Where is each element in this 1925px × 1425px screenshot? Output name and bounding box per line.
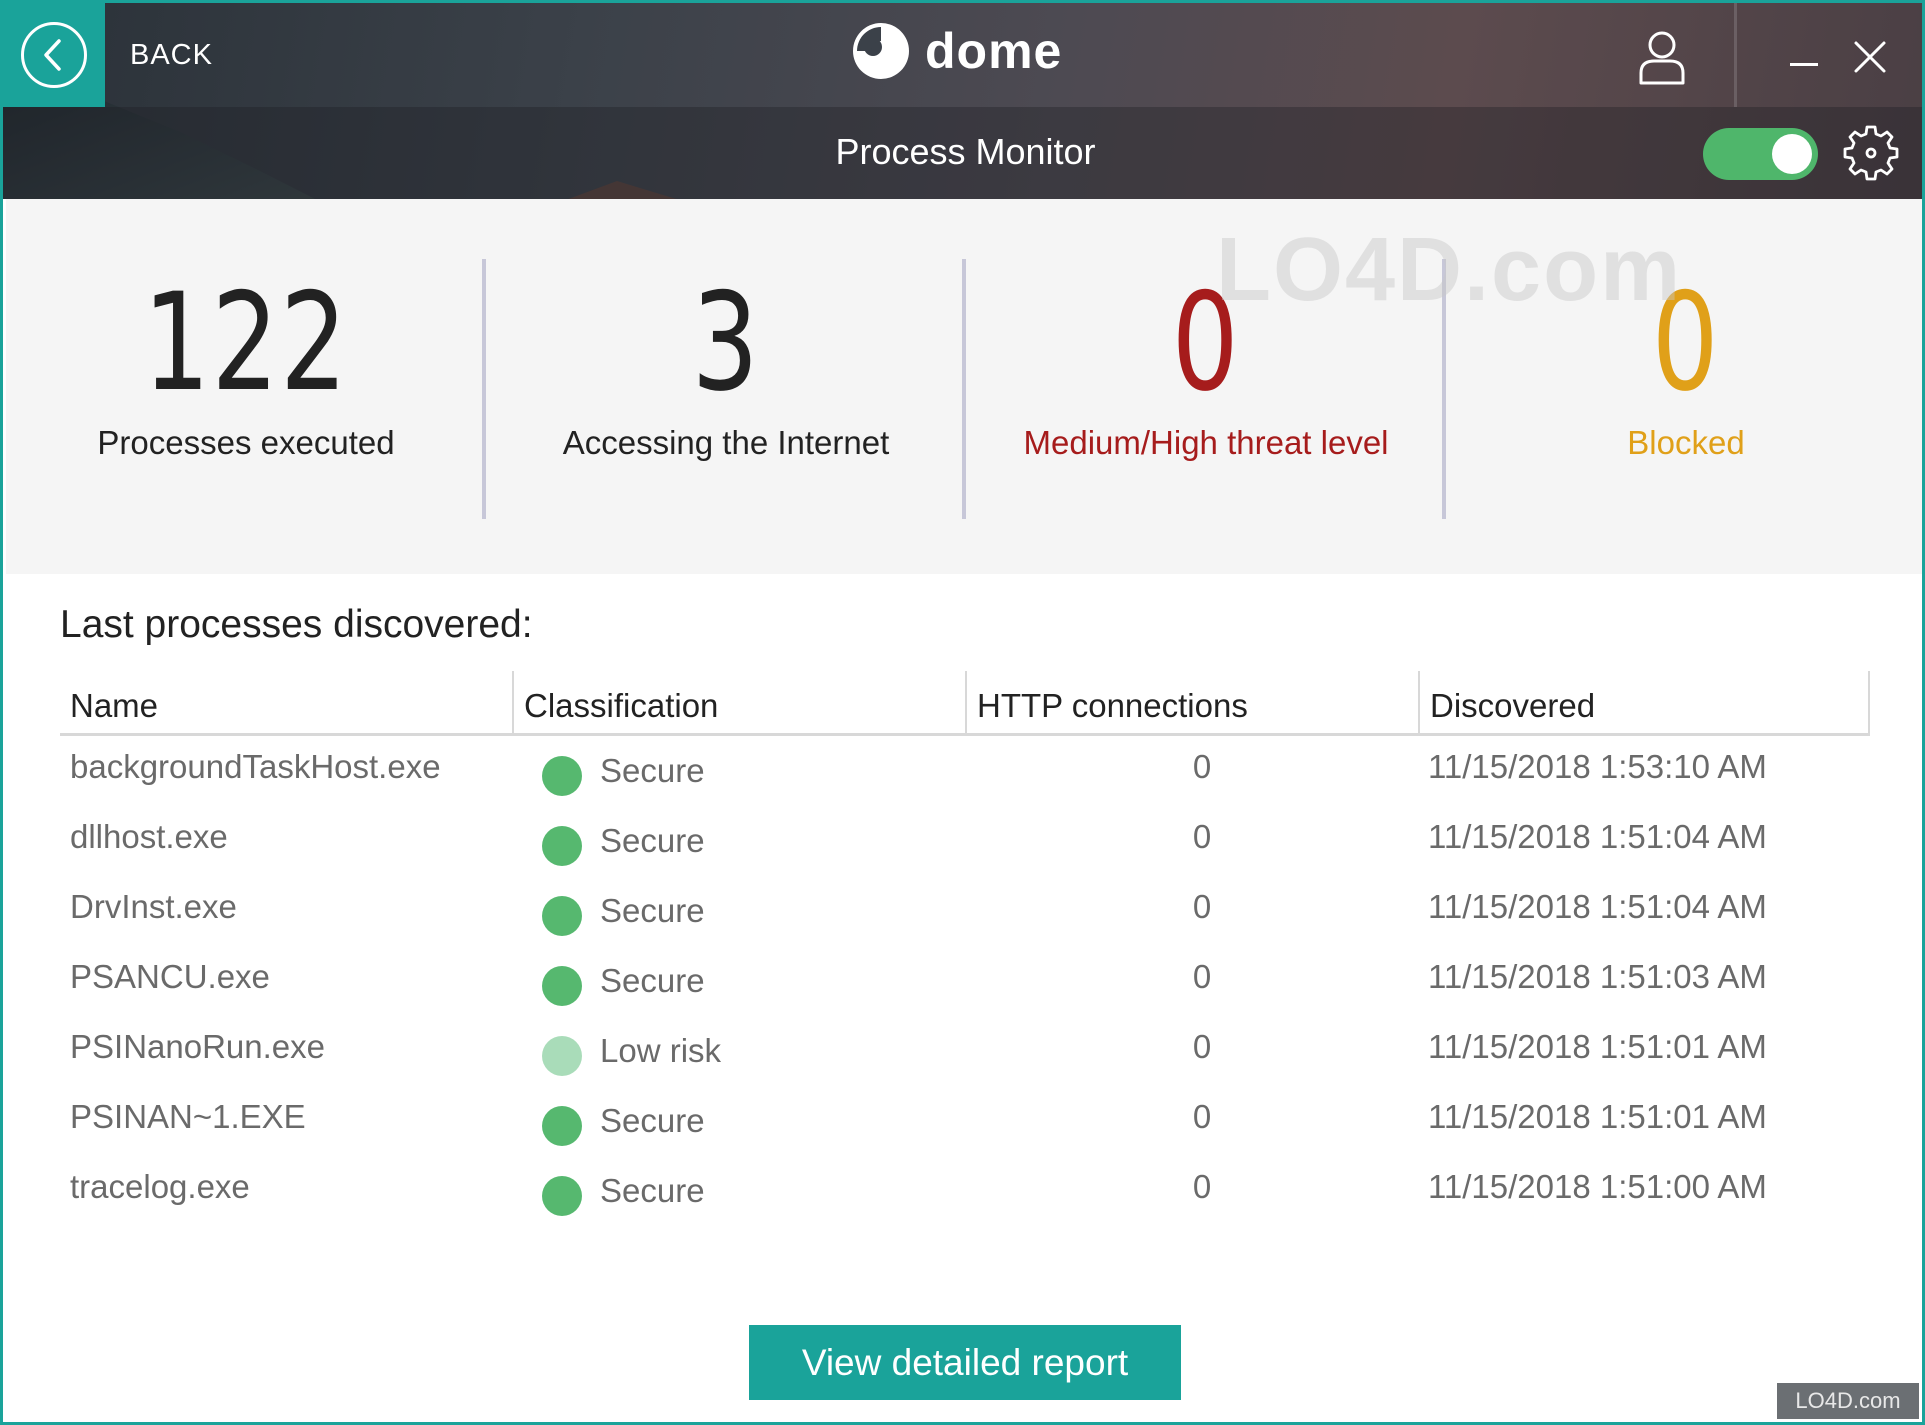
status-dot-icon (542, 826, 582, 866)
table-row[interactable]: PSANCU.exe Secure 0 11/15/2018 1:51:03 A… (60, 946, 1870, 1016)
http-count: 0 (1192, 818, 1212, 855)
http-count: 0 (1192, 748, 1212, 785)
header: BACK dome Process Monitor (3, 3, 1922, 199)
classification-cell: Secure (542, 956, 705, 1006)
discovered-time: 11/15/2018 1:51:04 AM (1428, 818, 1767, 855)
minimize-button[interactable] (1787, 43, 1821, 73)
classification-label: Secure (600, 752, 705, 789)
stat-label: Accessing the Internet (562, 424, 890, 461)
classification-cell: Secure (542, 1096, 705, 1146)
http-count: 0 (1192, 1028, 1212, 1065)
classification-label: Secure (600, 1172, 705, 1209)
view-report-button[interactable]: View detailed report (749, 1325, 1181, 1400)
classification-label: Secure (600, 822, 705, 859)
stat-value: 0 (1171, 264, 1241, 421)
status-dot-icon (542, 1176, 582, 1216)
process-name: PSANCU.exe (70, 958, 270, 995)
stat-label: Blocked (1627, 424, 1745, 461)
table-row[interactable]: backgroundTaskHost.exe Secure 0 11/15/20… (60, 736, 1870, 806)
back-label[interactable]: BACK (130, 39, 213, 72)
http-count: 0 (1192, 888, 1212, 925)
stat-value: 122 (143, 264, 349, 421)
chevron-left-icon (21, 22, 87, 88)
discovered-time: 11/15/2018 1:53:10 AM (1428, 748, 1767, 785)
stat-value: 3 (691, 264, 761, 421)
table-row[interactable]: DrvInst.exe Secure 0 11/15/2018 1:51:04 … (60, 876, 1870, 946)
stat-value: 0 (1651, 264, 1721, 421)
stat-accessing-internet: 3 Accessing the Internet (486, 199, 966, 574)
user-icon[interactable] (1638, 29, 1686, 85)
status-dot-icon (542, 1036, 582, 1076)
stats-panel: 122 Processes executed 3 Accessing the I… (6, 199, 1922, 574)
classification-label: Low risk (600, 1032, 722, 1069)
logo-text: dome (925, 23, 1063, 79)
classification-label: Secure (600, 1102, 705, 1139)
app-window: BACK dome Process Monitor 122 Processes … (0, 0, 1925, 1425)
logo: dome (851, 21, 1062, 81)
gear-icon[interactable] (1841, 123, 1901, 183)
process-name: backgroundTaskHost.exe (70, 748, 441, 785)
status-dot-icon (542, 1106, 582, 1146)
section-title: Last processes discovered: (60, 603, 533, 646)
page-title: Process Monitor (835, 131, 1096, 172)
back-button[interactable] (3, 3, 105, 107)
column-header-classification[interactable]: Classification (512, 671, 965, 736)
toggle-knob (1772, 134, 1812, 174)
discovered-time: 11/15/2018 1:51:01 AM (1428, 1028, 1767, 1065)
status-dot-icon (542, 966, 582, 1006)
classification-label: Secure (600, 892, 705, 929)
stat-blocked: 0 Blocked (1446, 199, 1922, 574)
process-name: PSINAN~1.EXE (70, 1098, 306, 1135)
classification-cell: Secure (542, 1166, 705, 1216)
process-name: DrvInst.exe (70, 888, 237, 925)
discovered-time: 11/15/2018 1:51:03 AM (1428, 958, 1767, 995)
process-table: Name Classification HTTP connections Dis… (60, 671, 1870, 1226)
table-row[interactable]: tracelog.exe Secure 0 11/15/2018 1:51:00… (60, 1156, 1870, 1226)
classification-cell: Secure (542, 816, 705, 866)
http-count: 0 (1192, 1098, 1212, 1135)
column-header-discovered[interactable]: Discovered (1418, 671, 1870, 736)
http-count: 0 (1192, 1168, 1212, 1205)
stat-processes-executed: 122 Processes executed (6, 199, 486, 574)
column-header-http[interactable]: HTTP connections (965, 671, 1418, 736)
classification-cell: Low risk (542, 1026, 721, 1076)
status-dot-icon (542, 896, 582, 936)
status-dot-icon (542, 756, 582, 796)
process-name: PSINanoRun.exe (70, 1028, 325, 1065)
discovered-time: 11/15/2018 1:51:04 AM (1428, 888, 1767, 925)
table-row[interactable]: PSINAN~1.EXE Secure 0 11/15/2018 1:51:01… (60, 1086, 1870, 1156)
discovered-time: 11/15/2018 1:51:01 AM (1428, 1098, 1767, 1135)
process-name: tracelog.exe (70, 1168, 250, 1205)
stat-threat-level: 0 Medium/High threat level (966, 199, 1446, 574)
classification-label: Secure (600, 962, 705, 999)
table-row[interactable]: dllhost.exe Secure 0 11/15/2018 1:51:04 … (60, 806, 1870, 876)
classification-cell: Secure (542, 886, 705, 936)
classification-cell: Secure (542, 746, 705, 796)
close-icon[interactable] (1852, 39, 1888, 75)
table-header: Name Classification HTTP connections Dis… (60, 671, 1870, 736)
discovered-time: 11/15/2018 1:51:00 AM (1428, 1168, 1767, 1205)
table-row[interactable]: PSINanoRun.exe Low risk 0 11/15/2018 1:5… (60, 1016, 1870, 1086)
watermark-badge: LO4D.com (1777, 1383, 1919, 1419)
process-monitor-toggle[interactable] (1703, 128, 1818, 180)
http-count: 0 (1192, 958, 1212, 995)
stat-label: Medium/High threat level (1023, 424, 1389, 461)
process-name: dllhost.exe (70, 818, 228, 855)
header-divider (1734, 3, 1737, 107)
panda-logo-icon (853, 23, 909, 79)
column-header-name[interactable]: Name (60, 671, 512, 736)
stat-label: Processes executed (97, 424, 395, 461)
